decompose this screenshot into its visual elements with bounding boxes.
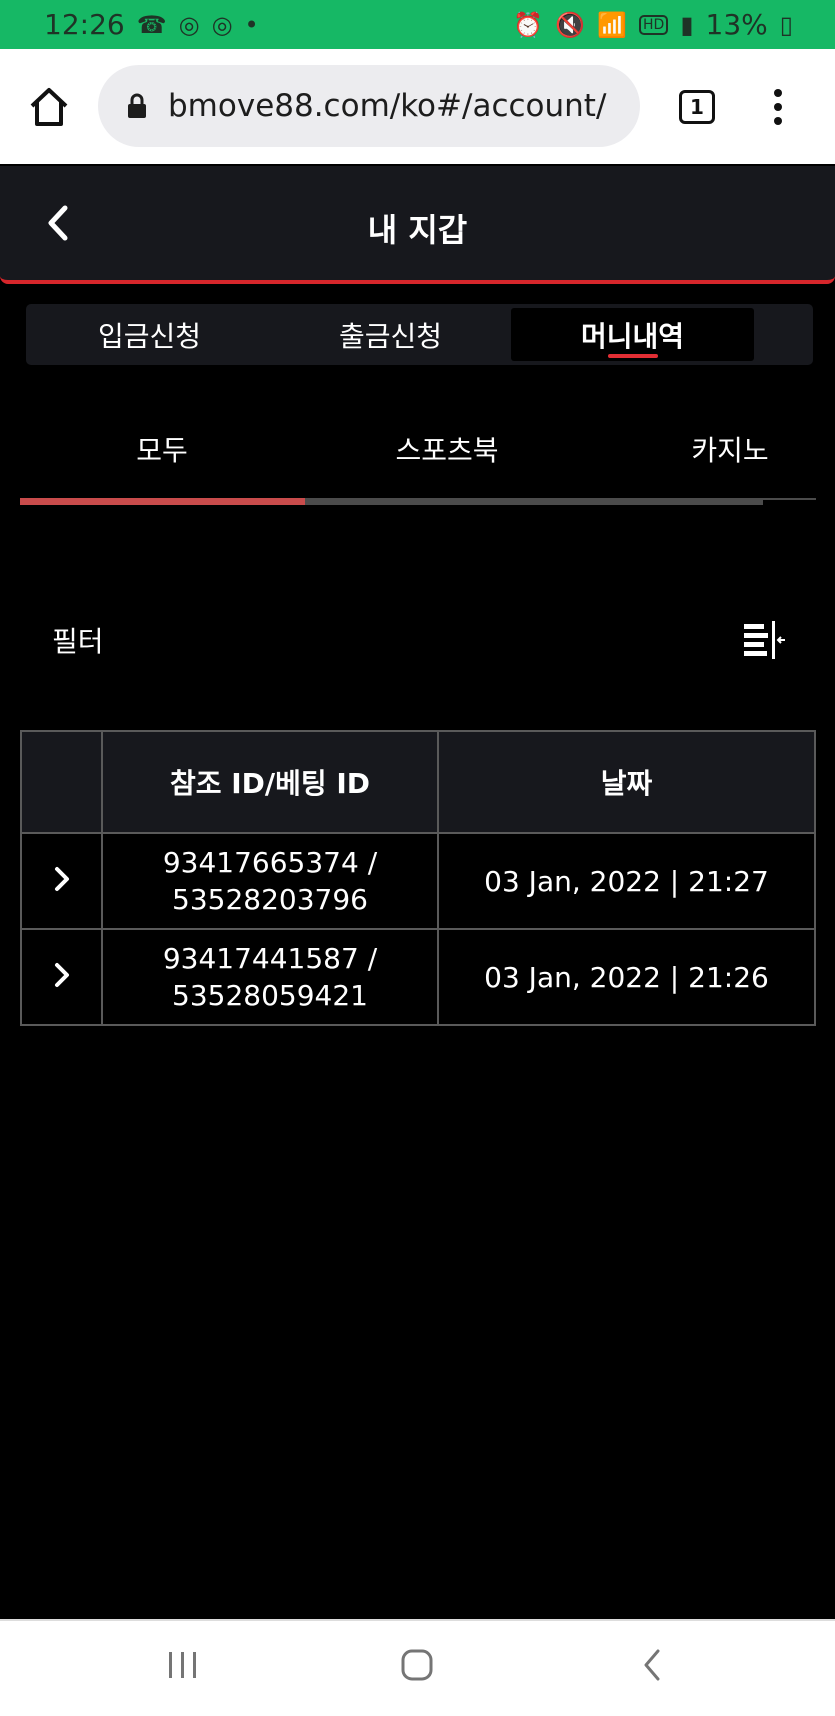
tab-switcher-button[interactable]: 1 bbox=[679, 90, 715, 124]
money-history-table: 참조 ID/베팅 ID 날짜 93417665374 / 53528203796… bbox=[20, 730, 816, 1026]
expand-cell[interactable] bbox=[20, 928, 103, 1026]
tab-count: 1 bbox=[690, 95, 704, 119]
wifi-icon: 📶 bbox=[597, 10, 628, 39]
browser-menu-button[interactable] bbox=[773, 89, 783, 125]
table-row[interactable]: 93417665374 / 53528203796 03 Jan, 2022 |… bbox=[20, 832, 816, 930]
reference-id-cell: 93417665374 / 53528203796 bbox=[101, 832, 439, 930]
battery-icon: ▯ bbox=[779, 10, 793, 39]
tab-label: 출금신청 bbox=[338, 319, 443, 353]
alarm-icon: ⏰ bbox=[513, 10, 544, 39]
hd-icon: HD bbox=[639, 14, 669, 35]
menu-dot-icon bbox=[774, 89, 782, 97]
active-tab-indicator bbox=[607, 354, 658, 358]
table-header-row: 참조 ID/베팅 ID 날짜 bbox=[20, 730, 816, 834]
chevron-right-icon bbox=[54, 962, 69, 987]
status-left: 12:26 ☎ ◎ ◎ • bbox=[44, 8, 259, 41]
instagram-icon: ◎ bbox=[211, 10, 233, 39]
signal-icon: ▮ bbox=[680, 10, 694, 39]
page-title: 내 지갑 bbox=[367, 211, 468, 249]
table-row[interactable]: 93417441587 / 53528059421 03 Jan, 2022 |… bbox=[20, 928, 816, 1026]
history-filter-tabs: 모두 스포츠북 카지노 bbox=[0, 402, 835, 506]
recent-apps-icon[interactable] bbox=[166, 1647, 200, 1683]
filter-toggle-icon[interactable] bbox=[744, 621, 785, 659]
menu-dot-icon bbox=[774, 117, 782, 125]
filter-label: 필터 bbox=[52, 625, 104, 658]
reference-id-line: 93417665374 / bbox=[162, 846, 378, 879]
wallet-tabs: 입금신청 출금신청 머니내역 bbox=[26, 304, 813, 365]
subtab-active-indicator bbox=[20, 498, 305, 505]
tab-money-history[interactable]: 머니내역 bbox=[511, 308, 754, 361]
expand-cell[interactable] bbox=[20, 832, 103, 930]
url-text: bmove88.com/ko#/account/ bbox=[168, 88, 607, 124]
tab-withdrawal-request[interactable]: 출금신청 bbox=[271, 308, 510, 361]
lock-icon bbox=[128, 93, 146, 118]
date-cell: 03 Jan, 2022 | 21:27 bbox=[437, 832, 816, 930]
subtab-casino[interactable]: 카지노 bbox=[691, 429, 768, 469]
mute-icon: 🔇 bbox=[555, 10, 586, 39]
home-nav-icon[interactable] bbox=[399, 1647, 435, 1683]
tab-label: 입금신청 bbox=[97, 319, 202, 353]
status-bar: 12:26 ☎ ◎ ◎ • ⏰ 🔇 📶 HD ▮ 13% ▯ bbox=[0, 0, 835, 49]
table-header-expand bbox=[20, 730, 103, 834]
date-cell: 03 Jan, 2022 | 21:26 bbox=[437, 928, 816, 1026]
status-time: 12:26 bbox=[44, 8, 125, 41]
subtab-sportsbook[interactable]: 스포츠북 bbox=[395, 429, 498, 469]
reference-id-cell: 93417441587 / 53528059421 bbox=[101, 928, 439, 1026]
phone-icon: ☎ bbox=[136, 10, 167, 39]
table-header-date: 날짜 bbox=[437, 730, 816, 834]
back-nav-icon[interactable] bbox=[640, 1647, 664, 1683]
chevron-right-icon bbox=[54, 866, 69, 891]
reference-id-line: 93417441587 / bbox=[162, 942, 378, 975]
android-navigation-bar bbox=[0, 1619, 835, 1716]
status-right: ⏰ 🔇 📶 HD ▮ 13% ▯ bbox=[513, 8, 793, 41]
menu-dot-icon bbox=[774, 103, 782, 111]
tab-label: 머니내역 bbox=[580, 319, 685, 353]
wallet-header: 내 지갑 bbox=[0, 166, 835, 284]
subtab-all[interactable]: 모두 bbox=[136, 429, 188, 469]
instagram-icon: ◎ bbox=[178, 10, 200, 39]
table-header-reference-id: 참조 ID/베팅 ID bbox=[101, 730, 439, 834]
home-icon[interactable] bbox=[28, 86, 70, 128]
notification-dot-icon: • bbox=[244, 10, 259, 39]
url-bar[interactable]: bmove88.com/ko#/account/ bbox=[98, 65, 640, 147]
bet-id-line: 53528203796 bbox=[172, 883, 368, 916]
bet-id-line: 53528059421 bbox=[172, 979, 368, 1012]
tab-deposit-request[interactable]: 입금신청 bbox=[30, 308, 269, 361]
battery-percent: 13% bbox=[705, 8, 768, 41]
browser-bar: bmove88.com/ko#/account/ 1 bbox=[0, 49, 835, 164]
